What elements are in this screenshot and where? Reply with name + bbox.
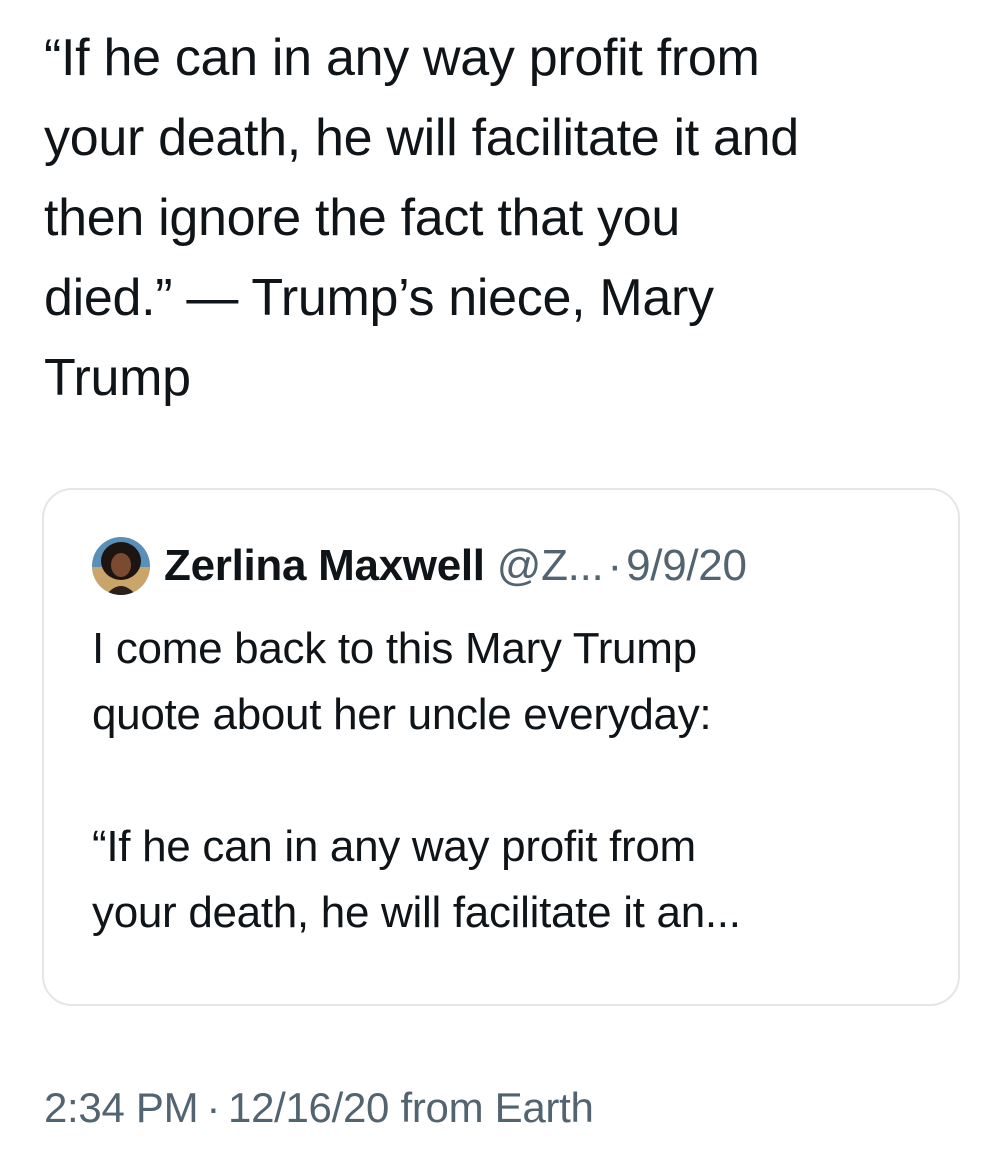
tweet-source: from Earth bbox=[400, 1084, 594, 1131]
quoted-tweet-card[interactable]: Zerlina Maxwell @Z... · 9/9/20 I come ba… bbox=[42, 488, 960, 1006]
quoted-tweet-paragraph: I come back to this Mary Trump quote abo… bbox=[92, 624, 712, 739]
quoted-tweet-body: I come back to this Mary Trump quote abo… bbox=[92, 616, 932, 946]
tweet-date[interactable]: 12/16/20 bbox=[228, 1084, 389, 1131]
quoted-tweet-date[interactable]: 9/9/20 bbox=[626, 541, 747, 591]
tweet-text: “If he can in any way profit from your d… bbox=[44, 29, 799, 407]
quoted-tweet-paragraph: “If he can in any way profit from your d… bbox=[92, 822, 741, 937]
quoted-tweet-header: Zerlina Maxwell @Z... · 9/9/20 bbox=[92, 536, 747, 596]
quoted-author-handle[interactable]: @Z... bbox=[497, 541, 604, 591]
quoted-author-name[interactable]: Zerlina Maxwell bbox=[164, 541, 485, 591]
tweet-time[interactable]: 2:34 PM bbox=[44, 1084, 199, 1131]
tweet-meta: 2:34 PM · 12/16/20 from Earth bbox=[44, 1084, 594, 1132]
avatar[interactable] bbox=[92, 537, 150, 595]
separator-dot: · bbox=[607, 541, 623, 590]
separator-dot: · bbox=[206, 1084, 221, 1131]
avatar-photo-icon bbox=[92, 537, 150, 595]
